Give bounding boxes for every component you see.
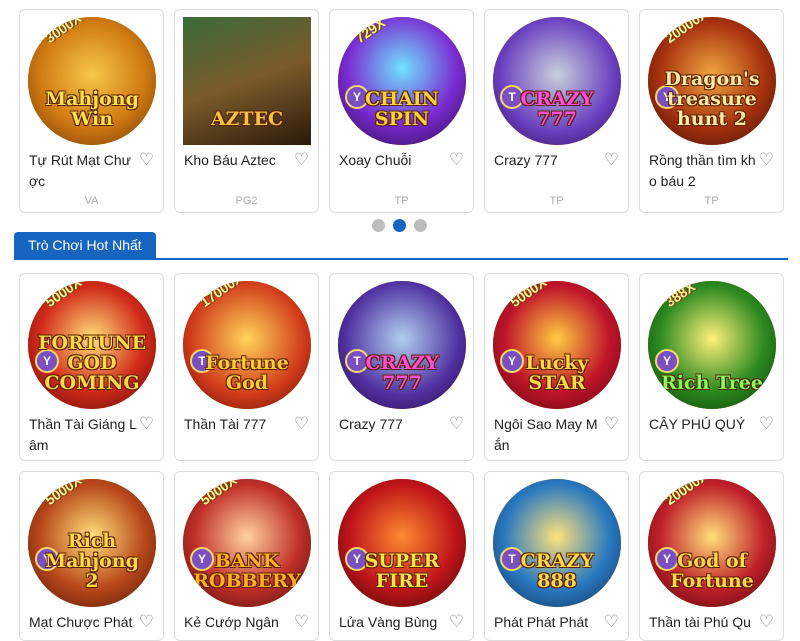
game-logo-text: Fortune God	[205, 352, 289, 394]
heart-outline-icon[interactable]: ♡	[294, 150, 309, 170]
game-logo-text: Lucky STAR	[525, 352, 589, 394]
heart-outline-icon[interactable]: ♡	[449, 612, 464, 632]
game-title: CÂY PHÚ QUÝ	[649, 416, 746, 432]
heart-outline-icon[interactable]: ♡	[139, 150, 154, 170]
game-thumbnail[interactable]: 3000X Mahjong Win	[28, 17, 156, 145]
game-card[interactable]: 17000X T Fortune God Thần Tài 777 ♡	[174, 273, 319, 461]
provider-label: VA	[84, 195, 99, 207]
game-logo-text: FORTUNE GOD COMING	[38, 332, 147, 394]
game-card[interactable]: T CRAZY 888 Phát Phát Phát ♡	[484, 471, 629, 641]
game-logo-text: SUPER FIRE	[364, 550, 440, 592]
heart-outline-icon[interactable]: ♡	[759, 150, 774, 170]
carousel-dot[interactable]	[393, 219, 406, 232]
game-title: Crazy 777	[494, 152, 558, 168]
game-title: Mạt Chược Phát	[29, 614, 133, 630]
game-logo-text: Rich Mahjong 2	[45, 530, 139, 592]
game-logo-text: CHAIN SPIN	[364, 88, 440, 130]
game-thumbnail[interactable]: 5000X Y Rich Mahjong 2	[28, 479, 156, 607]
game-card[interactable]: 729X Y CHAIN SPIN Xoay Chuỗi ♡ TP	[329, 9, 474, 213]
provider-label: TP	[394, 195, 409, 207]
game-card[interactable]: T CRAZY 777 Crazy 777 ♡	[329, 273, 474, 461]
game-thumbnail[interactable]: 20000X Y God of Fortune	[648, 479, 776, 607]
heart-outline-icon[interactable]: ♡	[449, 414, 464, 434]
game-thumbnail[interactable]: 5000X Y Lucky STAR	[493, 281, 621, 409]
game-card[interactable]: 3000X Mahjong Win Tự Rút Mạt Chược ♡ VA	[19, 9, 164, 213]
provider-badge-icon: Y	[655, 349, 679, 373]
provider-label: PG2	[235, 195, 258, 207]
game-thumbnail[interactable]: T CRAZY 777	[338, 281, 466, 409]
carousel-dot[interactable]	[372, 219, 385, 232]
game-title: Ngôi Sao May Mắn	[494, 416, 598, 453]
game-logo-text: CRAZY 777	[520, 88, 594, 130]
game-card[interactable]: 20000X Y Dragon's treasure hunt 2 Rồng thần…	[639, 9, 784, 213]
game-title: Tự Rút Mạt Chược	[29, 152, 131, 189]
game-card[interactable]: Y SUPER FIRE Lửa Vàng Bùng ♡	[329, 471, 474, 641]
game-card[interactable]: 388X Y Rich Tree CÂY PHÚ QUÝ ♡	[639, 273, 784, 461]
heart-outline-icon[interactable]: ♡	[759, 612, 774, 632]
game-title: Kẻ Cướp Ngân	[184, 614, 279, 630]
heart-outline-icon[interactable]: ♡	[294, 612, 309, 632]
game-card[interactable]: 5000X Y BANK ROBBERY Kẻ Cướp Ngân ♡	[174, 471, 319, 641]
game-logo-text: Dragon's treasure hunt 2	[664, 68, 760, 130]
game-thumbnail[interactable]: T CRAZY 888	[493, 479, 621, 607]
game-card[interactable]: T CRAZY 777 Crazy 777 ♡ TP	[484, 9, 629, 213]
game-thumbnail[interactable]: AZTEC	[183, 17, 311, 145]
heart-outline-icon[interactable]: ♡	[294, 414, 309, 434]
game-title: Thần Tài Giáng Lâm	[29, 416, 137, 453]
game-thumbnail[interactable]: T CRAZY 777	[493, 17, 621, 145]
heart-outline-icon[interactable]: ♡	[759, 414, 774, 434]
heart-outline-icon[interactable]: ♡	[604, 150, 619, 170]
game-thumbnail[interactable]: 17000X T Fortune God	[183, 281, 311, 409]
game-thumbnail[interactable]: 388X Y Rich Tree	[648, 281, 776, 409]
game-title: Xoay Chuỗi	[339, 152, 412, 168]
game-title: Phát Phát Phát	[494, 614, 589, 630]
game-title: Thần tài Phú Qu	[649, 614, 751, 630]
heart-outline-icon[interactable]: ♡	[139, 612, 154, 632]
game-card[interactable]: 5000X Y FORTUNE GOD COMING Thần Tài Giáng L…	[19, 273, 164, 461]
heart-outline-icon[interactable]: ♡	[604, 414, 619, 434]
game-title: Rồng thần tìm kho báu 2	[649, 152, 756, 189]
game-card[interactable]: 5000X Y Lucky STAR Ngôi Sao May Mắn ♡	[484, 273, 629, 461]
game-logo-text: God of Fortune	[670, 550, 754, 592]
carousel-dot[interactable]	[414, 219, 427, 232]
section-title-tab[interactable]: Trò Chơi Hot Nhất	[14, 232, 156, 258]
game-title: Kho Báu Aztec	[184, 152, 276, 168]
game-thumbnail[interactable]: 20000X Y Dragon's treasure hunt 2	[648, 17, 776, 145]
game-thumbnail[interactable]: 5000X Y BANK ROBBERY	[183, 479, 311, 607]
heart-outline-icon[interactable]: ♡	[449, 150, 464, 170]
game-logo-text: AZTEC	[210, 108, 284, 130]
game-thumbnail[interactable]: 5000X Y FORTUNE GOD COMING	[28, 281, 156, 409]
game-logo-text: Rich Tree	[661, 372, 763, 394]
game-title: Thần Tài 777	[184, 416, 267, 432]
game-title: Lửa Vàng Bùng	[339, 614, 438, 630]
game-title: Crazy 777	[339, 416, 403, 432]
heart-outline-icon[interactable]: ♡	[604, 612, 619, 632]
game-logo-text: CRAZY 777	[365, 352, 439, 394]
game-logo-text: CRAZY 888	[520, 550, 594, 592]
game-card[interactable]: 5000X Y Rich Mahjong 2 Mạt Chược Phát ♡	[19, 471, 164, 641]
provider-label: TP	[704, 195, 719, 207]
game-thumbnail[interactable]: 729X Y CHAIN SPIN	[338, 17, 466, 145]
provider-label: TP	[549, 195, 564, 207]
game-card[interactable]: 20000X Y God of Fortune Thần tài Phú Qu ♡	[639, 471, 784, 641]
section-header: Trò Chơi Hot Nhất	[14, 232, 788, 260]
heart-outline-icon[interactable]: ♡	[139, 414, 154, 434]
game-card[interactable]: AZTEC Kho Báu Aztec ♡ PG2	[174, 9, 319, 213]
game-logo-text: Mahjong Win	[45, 88, 139, 130]
game-logo-text: BANK ROBBERY	[193, 550, 301, 592]
carousel-pagination	[372, 219, 427, 232]
game-thumbnail[interactable]: Y SUPER FIRE	[338, 479, 466, 607]
